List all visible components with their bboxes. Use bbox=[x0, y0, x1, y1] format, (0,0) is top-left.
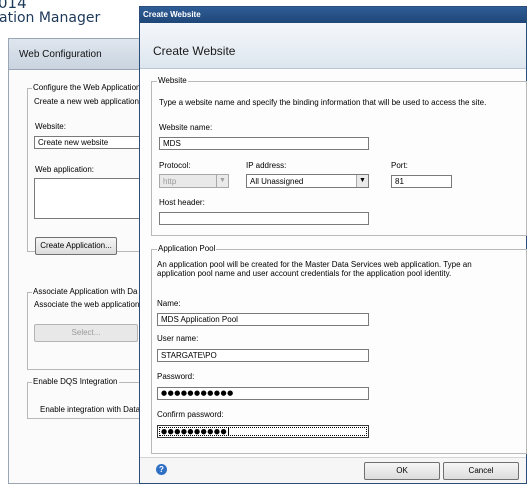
confirm-password-label: Confirm password: bbox=[157, 410, 224, 419]
chevron-down-icon: ▼ bbox=[216, 175, 228, 187]
create-website-dialog: Create Website Create Website Website Ty… bbox=[139, 6, 527, 484]
dialog-footer: ? OK Cancel bbox=[140, 457, 526, 483]
protocol-select[interactable]: http ▼ bbox=[159, 174, 229, 188]
password-label: Password: bbox=[157, 372, 195, 381]
app-title-area: 014 ation Manager bbox=[0, 0, 160, 33]
user-name-input[interactable]: STARGATE\PO bbox=[157, 349, 369, 362]
group-description: Associate the web application bbox=[34, 300, 140, 309]
password-input[interactable]: ●●●●●●●●●●● bbox=[157, 387, 369, 400]
ip-address-label: IP address: bbox=[246, 161, 287, 170]
website-select[interactable]: Create new website bbox=[34, 136, 146, 149]
website-description: Type a website name and specify the bind… bbox=[159, 98, 487, 107]
application-pool-section: Application Pool An application pool wil… bbox=[151, 244, 527, 454]
configure-web-application-group: Configure the Web Application Create a n… bbox=[27, 83, 146, 255]
dialog-titlebar[interactable]: Create Website bbox=[140, 7, 526, 23]
help-icon[interactable]: ? bbox=[156, 464, 167, 475]
section-legend: Application Pool bbox=[157, 244, 217, 253]
website-name-input[interactable]: MDS bbox=[159, 137, 369, 150]
host-header-label: Host header: bbox=[159, 198, 205, 207]
port-input[interactable]: 81 bbox=[391, 175, 452, 188]
chevron-down-icon: ▼ bbox=[356, 175, 368, 187]
cancel-button[interactable]: Cancel bbox=[443, 462, 519, 480]
pool-name-input[interactable]: MDS Application Pool bbox=[157, 313, 369, 326]
ok-button[interactable]: OK bbox=[364, 462, 440, 480]
confirm-password-input[interactable]: ●●●●●●●●●● bbox=[157, 425, 369, 438]
ip-address-select[interactable]: All Unassigned ▼ bbox=[246, 174, 369, 188]
website-label: Website: bbox=[35, 122, 66, 131]
confirm-password-value: ●●●●●●●●●● bbox=[161, 427, 228, 436]
group-title: Associate Application with Da bbox=[32, 287, 139, 296]
protocol-label: Protocol: bbox=[159, 161, 191, 170]
section-legend: Website bbox=[157, 76, 188, 85]
dialog-header-title: Create Website bbox=[153, 44, 236, 58]
panel-header: Web Configuration bbox=[9, 39, 144, 70]
associate-application-group: Associate Application with Da Associate … bbox=[27, 287, 145, 370]
group-description: Create a new web application bbox=[34, 97, 139, 106]
dialog-body: Website Type a website name and specify … bbox=[140, 69, 527, 483]
app-title-line2: ation Manager bbox=[0, 10, 101, 26]
ip-address-value: All Unassigned bbox=[250, 177, 304, 186]
protocol-value: http bbox=[163, 177, 177, 186]
group-title: Enable DQS Integration bbox=[32, 377, 119, 386]
text-caret bbox=[228, 427, 230, 436]
dialog-header: Create Website bbox=[140, 23, 526, 69]
group-title: Configure the Web Application bbox=[32, 83, 142, 92]
web-application-label: Web application: bbox=[35, 165, 94, 174]
website-section: Website Type a website name and specify … bbox=[151, 76, 527, 236]
select-button[interactable]: Select... bbox=[34, 324, 138, 342]
group-description: Enable integration with Data bbox=[40, 405, 141, 414]
port-label: Port: bbox=[391, 161, 408, 170]
host-header-input[interactable] bbox=[159, 212, 369, 225]
website-name-label: Website name: bbox=[159, 123, 213, 132]
create-application-button[interactable]: Create Application... bbox=[35, 237, 117, 255]
web-configuration-panel: Web Configuration Configure the Web Appl… bbox=[8, 38, 146, 484]
enable-dqs-group: Enable DQS Integration Enable integratio… bbox=[27, 377, 145, 419]
pool-name-label: Name: bbox=[157, 299, 181, 308]
application-pool-description: An application pool will be created for … bbox=[157, 260, 472, 278]
web-application-list[interactable] bbox=[34, 178, 146, 219]
user-name-label: User name: bbox=[157, 334, 199, 343]
